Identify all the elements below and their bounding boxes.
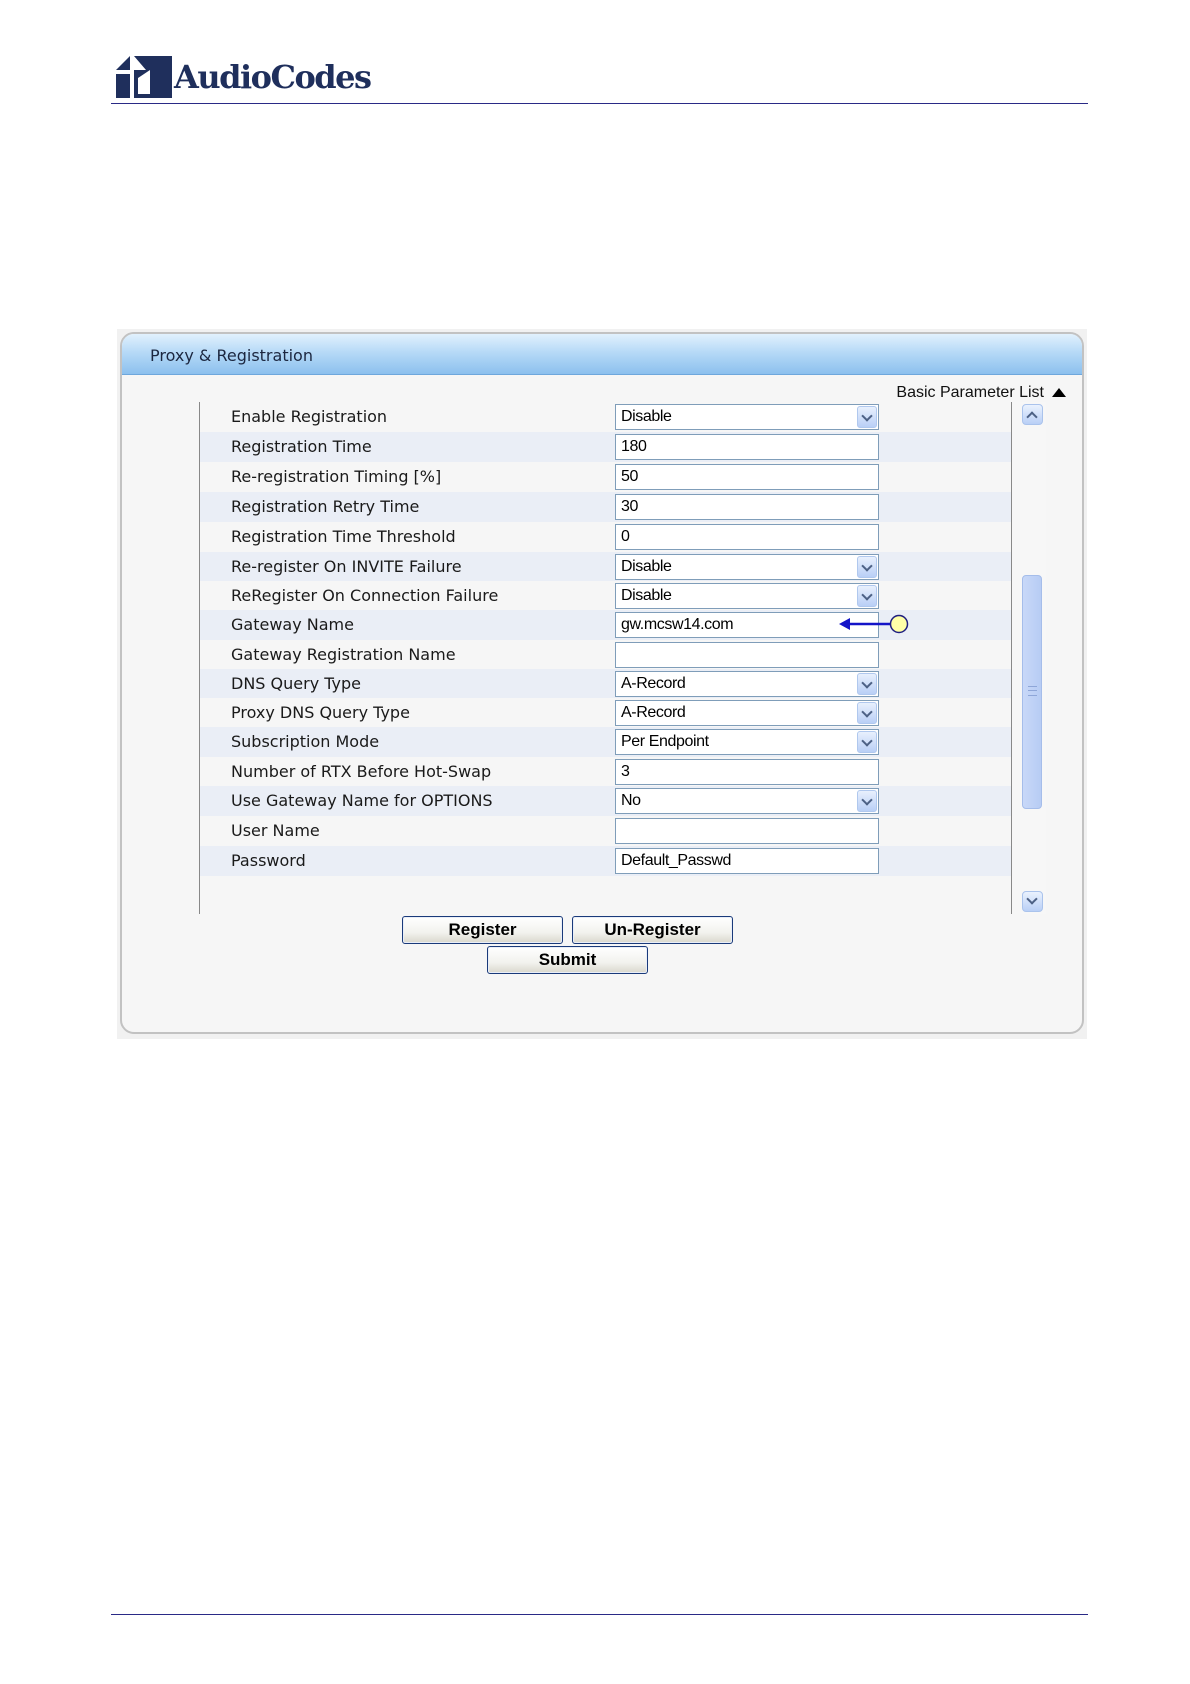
field-label: Re-registration Timing [%] xyxy=(231,467,442,486)
field-label: Re-register On INVITE Failure xyxy=(231,557,462,576)
field-label: Gateway Name xyxy=(231,615,354,634)
audiocodes-logo: AudioCodes xyxy=(116,56,376,102)
field-value: Default_Passwd xyxy=(621,852,732,869)
table-row: Number of RTX Before Hot-Swap 3 xyxy=(200,757,1011,786)
field-label: DNS Query Type xyxy=(231,674,361,693)
text-field[interactable]: 30 xyxy=(615,494,879,520)
table-row: Re-registration Timing [%] 50 xyxy=(200,462,1011,492)
select-field[interactable]: A-Record xyxy=(615,700,879,726)
select-field[interactable]: No xyxy=(615,788,879,814)
parameters-table: Enable Registration Disable Registration T… xyxy=(199,402,1012,914)
table-row: ReRegister On Connection Failure Disable xyxy=(200,581,1011,610)
field-value: 3 xyxy=(621,763,630,780)
field-value: Per Endpoint xyxy=(621,733,709,750)
table-row: Registration Retry Time 30 xyxy=(200,492,1011,522)
callout-arrow-icon xyxy=(839,614,909,634)
audiocodes-logo-icon xyxy=(116,56,172,98)
header-divider xyxy=(111,103,1088,104)
field-label: ReRegister On Connection Failure xyxy=(231,586,499,605)
chevron-down-icon[interactable] xyxy=(857,556,877,578)
table-row: Use Gateway Name for OPTIONS No xyxy=(200,786,1011,816)
field-label: Number of RTX Before Hot-Swap xyxy=(231,762,492,781)
field-value: Disable xyxy=(621,408,672,425)
chevron-down-icon[interactable] xyxy=(857,585,877,607)
field-value: A-Record xyxy=(621,675,686,692)
select-field[interactable]: Disable xyxy=(615,554,879,580)
text-field[interactable]: Default_Passwd xyxy=(615,848,879,874)
field-value: 30 xyxy=(621,498,638,515)
field-label: Proxy DNS Query Type xyxy=(231,703,410,722)
table-row: Registration Time 180 xyxy=(200,432,1011,462)
select-field[interactable]: Disable xyxy=(615,404,879,430)
page-title: Proxy & Registration xyxy=(150,346,313,365)
collapse-arrow-icon[interactable] xyxy=(1052,388,1066,397)
text-field[interactable]: 0 xyxy=(615,524,879,550)
text-field[interactable] xyxy=(615,818,879,844)
field-label: Subscription Mode xyxy=(231,732,380,751)
field-label: Use Gateway Name for OPTIONS xyxy=(231,791,493,810)
field-label: Password xyxy=(231,851,306,870)
text-field[interactable]: 180 xyxy=(615,434,879,460)
field-label: Enable Registration xyxy=(231,407,388,426)
chevron-down-icon[interactable] xyxy=(857,790,877,812)
field-label: Gateway Registration Name xyxy=(231,645,456,664)
field-value: 180 xyxy=(621,438,647,455)
register-button[interactable]: Register xyxy=(402,916,563,944)
text-field[interactable]: 50 xyxy=(615,464,879,490)
table-row: Re-register On INVITE Failure Disable xyxy=(200,552,1011,581)
scroll-down-icon[interactable] xyxy=(1022,891,1043,912)
table-row: User Name xyxy=(200,816,1011,846)
panel-header: Proxy & Registration xyxy=(122,334,1082,375)
chevron-down-icon[interactable] xyxy=(857,406,877,428)
table-row: Enable Registration Disable xyxy=(200,402,1011,432)
chevron-down-icon[interactable] xyxy=(857,731,877,753)
field-label: Registration Time xyxy=(231,437,372,456)
field-value: Disable xyxy=(621,587,672,604)
text-field[interactable]: 3 xyxy=(615,759,879,785)
footer-divider xyxy=(111,1614,1088,1615)
table-row: DNS Query Type A-Record xyxy=(200,669,1011,698)
brand-name: AudioCodes xyxy=(174,58,372,96)
table-row: Gateway Registration Name xyxy=(200,640,1011,669)
field-value: Disable xyxy=(621,558,672,575)
grip-icon xyxy=(1028,686,1037,696)
submit-button[interactable]: Submit xyxy=(487,946,648,974)
chevron-down-icon[interactable] xyxy=(857,702,877,724)
scrollbar-thumb[interactable] xyxy=(1022,575,1042,809)
select-field[interactable]: Per Endpoint xyxy=(615,729,879,755)
table-row: Proxy DNS Query Type A-Record xyxy=(200,698,1011,727)
field-label: User Name xyxy=(231,821,320,840)
field-value: gw.mcsw14.com xyxy=(621,616,734,633)
field-value: 50 xyxy=(621,468,638,485)
table-row: Password Default_Passwd xyxy=(200,846,1011,876)
select-field[interactable]: A-Record xyxy=(615,671,879,697)
screenshot-frame: Proxy & Registration Basic Parameter Lis… xyxy=(117,329,1087,1039)
unregister-button[interactable]: Un-Register xyxy=(572,916,733,944)
vertical-scrollbar[interactable] xyxy=(1020,402,1046,914)
select-field[interactable]: Disable xyxy=(615,583,879,609)
field-value: 0 xyxy=(621,528,630,545)
field-label: Registration Time Threshold xyxy=(231,527,456,546)
field-value: No xyxy=(621,792,641,809)
table-row: Registration Time Threshold 0 xyxy=(200,522,1011,552)
field-label: Registration Retry Time xyxy=(231,497,420,516)
table-row: Subscription Mode Per Endpoint xyxy=(200,727,1011,757)
parameter-list-toggle[interactable]: Basic Parameter List xyxy=(896,384,1044,402)
chevron-down-icon[interactable] xyxy=(857,673,877,695)
text-field[interactable] xyxy=(615,642,879,668)
field-value: A-Record xyxy=(621,704,686,721)
scroll-up-icon[interactable] xyxy=(1022,404,1043,425)
proxy-registration-panel: Proxy & Registration Basic Parameter Lis… xyxy=(120,332,1084,1034)
